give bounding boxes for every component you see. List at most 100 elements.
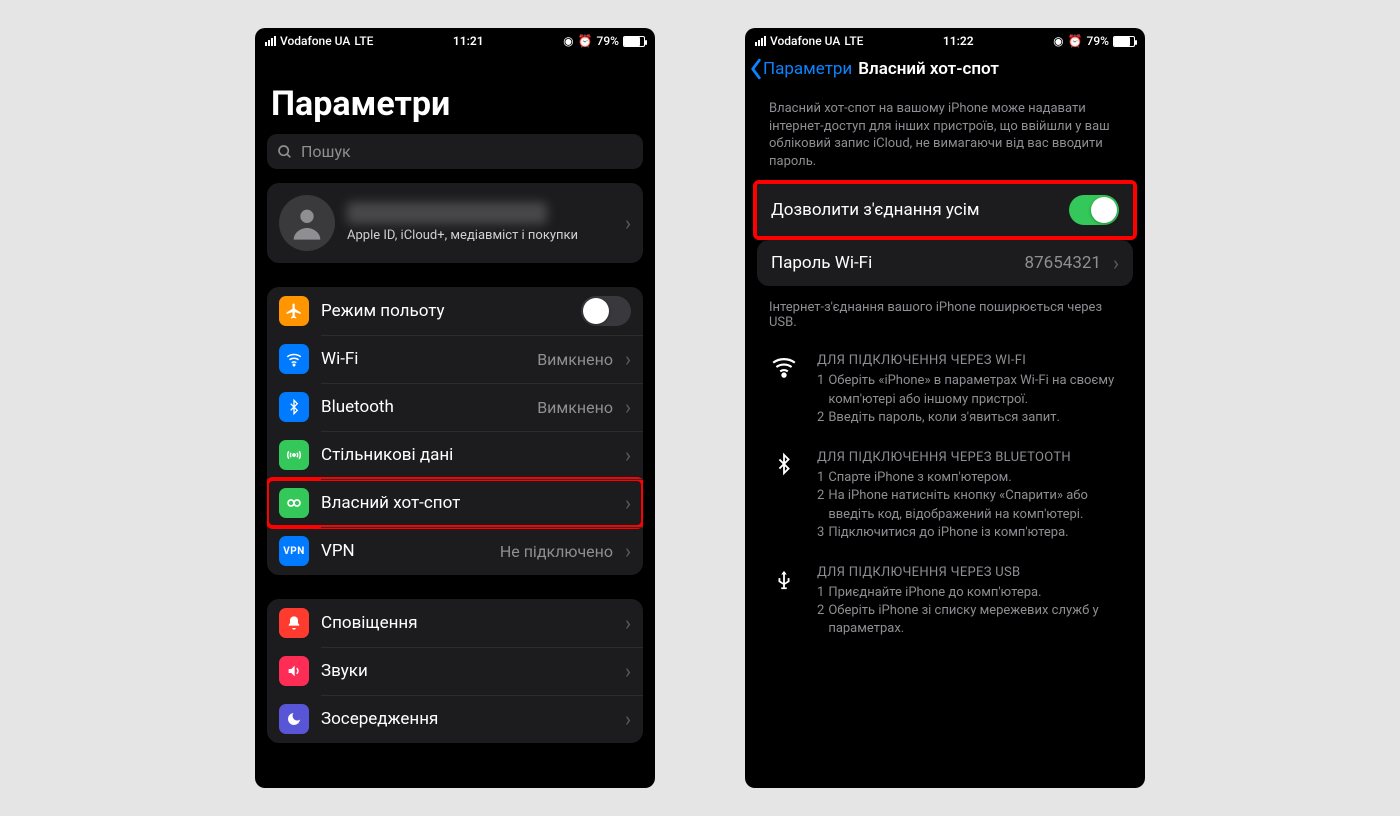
- network-label: LTE: [354, 34, 373, 48]
- row-label: Wi-Fi: [321, 349, 525, 369]
- instr-step: Введіть пароль, коли з'явиться запит.: [828, 409, 1060, 427]
- usb-icon: [769, 564, 799, 639]
- wifi-password-group: Пароль Wi-Fi 87654321 ›: [757, 240, 1133, 286]
- chevron-right-icon: ›: [625, 611, 631, 635]
- notifications-icon: [279, 608, 309, 638]
- battery-percent: 79%: [1087, 34, 1109, 48]
- wifi-icon: [279, 344, 309, 374]
- wifi-password-value: 87654321: [1025, 253, 1101, 273]
- row-bluetooth[interactable]: Bluetooth Вимкнено ›: [267, 383, 643, 431]
- hotspot-description: Власний хот-спот на вашому iPhone може н…: [745, 86, 1145, 180]
- row-wifi-password[interactable]: Пароль Wi-Fi 87654321 ›: [757, 240, 1133, 286]
- instr-step: Підключитися до iPhone із комп'ютера.: [828, 524, 1068, 542]
- usb-sharing-note: Інтернет-з'єднання вашого iPhone поширює…: [745, 292, 1145, 330]
- status-bar: Vodafone UA LTE 11:22 ◉ ⏰ 79%: [745, 28, 1145, 50]
- alarm-icon: ⏰: [1068, 34, 1083, 48]
- connection-instructions: ДЛЯ ПІДКЛЮЧЕННЯ ЧЕРЕЗ WI-FI 1Оберіть «iP…: [745, 330, 1145, 648]
- battery-icon: [1113, 36, 1135, 47]
- row-wifi[interactable]: Wi-Fi Вимкнено ›: [267, 335, 643, 383]
- instr-bluetooth: ДЛЯ ПІДКЛЮЧЕННЯ ЧЕРЕЗ BLUETOOTH 1Спарте …: [769, 437, 1121, 552]
- clock-label: 11:22: [943, 34, 974, 48]
- row-label: Дозволити з'єднання усім: [771, 200, 1057, 220]
- chevron-left-icon: [749, 58, 763, 80]
- network-label: LTE: [844, 34, 863, 48]
- row-label: Bluetooth: [321, 397, 525, 417]
- location-icon: ◉: [1053, 34, 1063, 48]
- row-value: Не підключено: [500, 542, 613, 561]
- airplane-icon: [279, 296, 309, 326]
- chevron-right-icon: ›: [625, 539, 631, 563]
- row-label: Стільникові дані: [321, 445, 613, 465]
- profile-name-redacted: [347, 202, 547, 224]
- alarm-icon: ⏰: [578, 34, 593, 48]
- instr-heading: ДЛЯ ПІДКЛЮЧЕННЯ ЧЕРЕЗ BLUETOOTH: [817, 449, 1121, 467]
- battery-percent: 79%: [597, 34, 619, 48]
- sounds-icon: [279, 656, 309, 686]
- row-notifications[interactable]: Сповіщення ›: [267, 599, 643, 647]
- row-label: Сповіщення: [321, 613, 613, 633]
- allow-toggle-highlight: Дозволити з'єднання усім: [753, 180, 1137, 240]
- sound-notif-group: Сповіщення › Звуки › Зосередження ›: [267, 599, 643, 743]
- nav-bar: Параметри Власний хот-спот: [745, 50, 1145, 86]
- back-label: Параметри: [763, 59, 852, 79]
- hotspot-icon: [279, 488, 309, 518]
- chevron-right-icon: ›: [625, 211, 631, 235]
- chevron-right-icon: ›: [1113, 251, 1119, 275]
- search-icon: [277, 144, 293, 160]
- instr-heading: ДЛЯ ПІДКЛЮЧЕННЯ ЧЕРЕЗ WI-FI: [817, 352, 1121, 370]
- carrier-label: Vodafone UA: [280, 34, 350, 48]
- chevron-right-icon: ›: [625, 707, 631, 731]
- instr-step: Оберіть iPhone зі списку мережевих служб…: [828, 602, 1121, 638]
- instr-step: Спарте iPhone з комп'ютером.: [828, 469, 1011, 487]
- row-label: Зосередження: [321, 709, 613, 729]
- row-vpn[interactable]: VPN VPN Не підключено ›: [267, 527, 643, 575]
- profile-card[interactable]: Apple ID, iCloud+, медіавміст і покупки …: [267, 183, 643, 263]
- avatar: [279, 195, 335, 251]
- bluetooth-icon: [769, 449, 799, 542]
- battery-icon: [623, 36, 645, 47]
- location-icon: ◉: [563, 34, 573, 48]
- vpn-icon: VPN: [279, 536, 309, 566]
- row-sounds[interactable]: Звуки ›: [267, 647, 643, 695]
- row-value: Вимкнено: [537, 398, 613, 417]
- carrier-label: Vodafone UA: [770, 34, 840, 48]
- row-label: Пароль Wi-Fi: [771, 253, 1013, 273]
- row-label: Звуки: [321, 661, 613, 681]
- wifi-icon: [769, 352, 799, 427]
- signal-icon: [755, 36, 766, 46]
- profile-subtitle: Apple ID, iCloud+, медіавміст і покупки: [347, 228, 613, 244]
- instr-step: Приєднайте iPhone до комп'ютера.: [828, 584, 1041, 602]
- instr-heading: ДЛЯ ПІДКЛЮЧЕННЯ ЧЕРЕЗ USB: [817, 564, 1121, 582]
- instr-wifi: ДЛЯ ПІДКЛЮЧЕННЯ ЧЕРЕЗ WI-FI 1Оберіть «iP…: [769, 340, 1121, 437]
- airplane-toggle[interactable]: [581, 296, 631, 326]
- chevron-right-icon: ›: [625, 659, 631, 683]
- row-focus[interactable]: Зосередження ›: [267, 695, 643, 743]
- row-personal-hotspot[interactable]: Власний хот-спот ›: [267, 479, 643, 527]
- focus-icon: [279, 704, 309, 734]
- chevron-right-icon: ›: [625, 395, 631, 419]
- status-bar: Vodafone UA LTE 11:21 ◉ ⏰ 79%: [255, 28, 655, 50]
- chevron-right-icon: ›: [625, 491, 631, 515]
- row-label: Режим польоту: [321, 301, 569, 321]
- instr-usb: ДЛЯ ПІДКЛЮЧЕННЯ ЧЕРЕЗ USB 1Приєднайте iP…: [769, 552, 1121, 649]
- row-cellular[interactable]: Стільникові дані ›: [267, 431, 643, 479]
- nav-title: Власний хот-спот: [858, 59, 999, 79]
- back-button[interactable]: Параметри: [749, 58, 852, 80]
- instr-step: Оберіть «iPhone» в параметрах Wi-Fi на с…: [828, 372, 1121, 408]
- phone-hotspot: Vodafone UA LTE 11:22 ◉ ⏰ 79% Параметри …: [745, 28, 1145, 788]
- signal-icon: [265, 36, 276, 46]
- row-airplane-mode[interactable]: Режим польоту: [267, 287, 643, 335]
- row-label: Власний хот-спот: [321, 493, 613, 513]
- instr-step: На iPhone натисніть кнопку «Спарити» або…: [828, 487, 1121, 523]
- row-value: Вимкнено: [537, 350, 613, 369]
- search-placeholder: Пошук: [301, 142, 351, 161]
- search-input[interactable]: Пошук: [267, 134, 643, 169]
- allow-toggle[interactable]: [1069, 195, 1119, 225]
- row-allow-others[interactable]: Дозволити з'єднання усім: [757, 184, 1133, 236]
- network-group: Режим польоту Wi-Fi Вимкнено › Bluetooth…: [267, 287, 643, 575]
- row-label: VPN: [321, 541, 488, 561]
- bluetooth-icon: [279, 392, 309, 422]
- clock-label: 11:21: [453, 34, 484, 48]
- phone-settings-root: Vodafone UA LTE 11:21 ◉ ⏰ 79% Параметри …: [255, 28, 655, 788]
- chevron-right-icon: ›: [625, 443, 631, 467]
